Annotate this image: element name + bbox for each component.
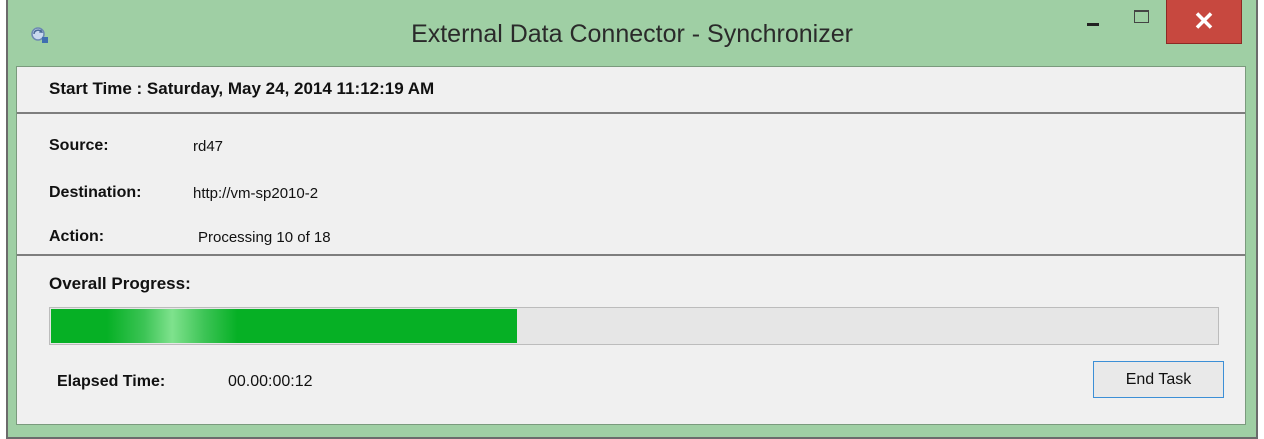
overall-progress-label: Overall Progress: [49, 274, 191, 293]
title-bar[interactable]: External Data Connector - Synchronizer ✕ [8, 0, 1256, 70]
action-value: Processing 10 of 18 [198, 229, 331, 246]
window-title: External Data Connector - Synchronizer [411, 20, 853, 48]
destination-value: http://vm-sp2010-2 [193, 185, 319, 202]
close-button[interactable]: ✕ [1166, 0, 1242, 44]
maximize-icon [1133, 9, 1149, 23]
minimize-icon [1087, 22, 1099, 26]
elapsed-time-label: Elapsed Time: [57, 373, 166, 390]
minimize-button[interactable] [1080, 0, 1106, 42]
action-label: Action: [49, 228, 105, 245]
job-info-section: Source: rd47 Destination: http://vm-sp20… [17, 114, 1245, 256]
start-time-text: Start Time : Saturday, May 24, 2014 11:1… [49, 79, 435, 98]
source-value: rd47 [193, 138, 224, 155]
destination-label: Destination: [49, 184, 142, 201]
dialog-content: Start Time : Saturday, May 24, 2014 11:1… [16, 66, 1246, 425]
overall-progress-fill [51, 309, 517, 343]
synchronizer-window: External Data Connector - Synchronizer ✕… [6, 0, 1258, 439]
source-label: Source: [49, 137, 109, 154]
overall-progress-bar [49, 307, 1219, 345]
start-time-section: Start Time : Saturday, May 24, 2014 11:1… [17, 67, 1245, 114]
elapsed-time-value: 00.00:00:12 [228, 373, 313, 390]
end-task-button[interactable]: End Task [1093, 361, 1224, 398]
close-icon: ✕ [1193, 6, 1215, 36]
maximize-button[interactable] [1128, 0, 1154, 42]
